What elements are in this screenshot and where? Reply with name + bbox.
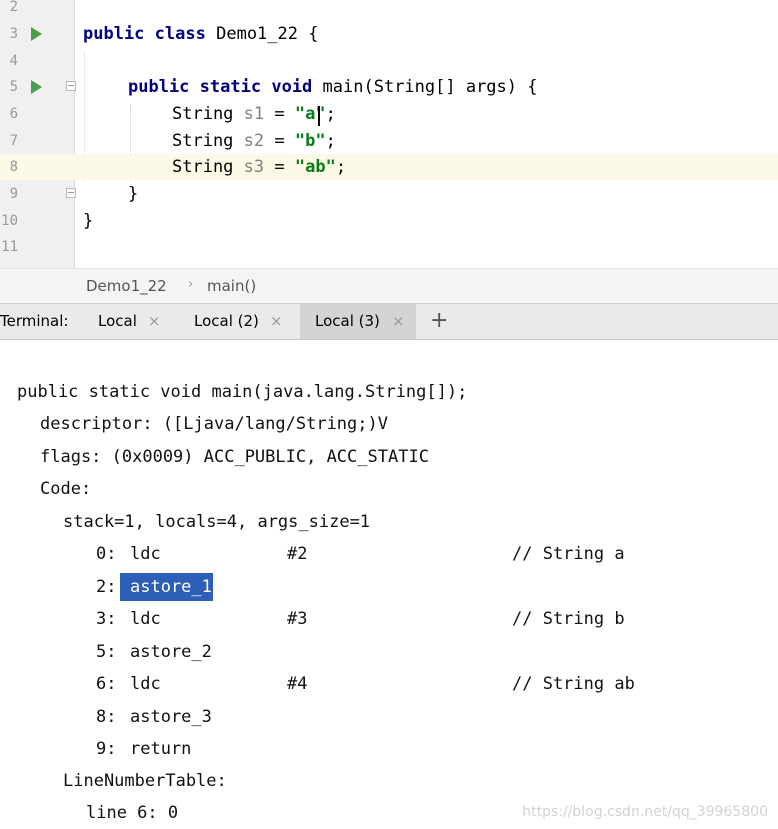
instruction-op: ldc (130, 544, 161, 564)
instruction-arg: #4 (287, 674, 308, 694)
class-close-brace: } (83, 211, 94, 231)
close-icon[interactable]: × (392, 312, 405, 330)
instruction-comment: // String a (512, 544, 625, 564)
instruction-op: astore_3 (130, 707, 212, 727)
line-number: 11 (1, 239, 18, 255)
method-close-brace: } (128, 184, 139, 204)
code-line[interactable]: 4 (0, 48, 778, 74)
code-editor[interactable]: 2 3 public class Demo1_22 { 4 5 public s… (0, 0, 778, 268)
line-number-table-entry: line 6: 0 (86, 803, 179, 823)
code-line[interactable]: 3 public class Demo1_22 { (0, 21, 778, 47)
instruction-op: astore_2 (130, 642, 212, 662)
instruction-arg: #3 (287, 609, 308, 629)
run-icon[interactable] (31, 27, 42, 41)
line-number: 5 (9, 79, 18, 95)
code-line-current[interactable]: 8 String s3 = "ab"; (0, 154, 778, 180)
code-line[interactable]: 11 (0, 234, 778, 260)
code-line[interactable]: 6 String s1 = "a"; (0, 101, 778, 127)
line-number: 7 (9, 133, 18, 149)
instruction-offset: 3: (96, 609, 117, 629)
instruction-op: ldc (130, 609, 161, 629)
fold-icon[interactable] (66, 188, 76, 198)
instruction-offset: 9: (96, 739, 117, 759)
fold-icon[interactable] (66, 81, 76, 91)
terminal-output[interactable]: public static void main(java.lang.String… (0, 340, 778, 828)
add-tab-icon[interactable]: + (430, 308, 448, 333)
tab-label: Local (3) (315, 312, 380, 330)
close-icon[interactable]: × (270, 312, 283, 330)
selected-text[interactable]: astore_1 (120, 573, 213, 601)
run-icon[interactable] (31, 80, 42, 94)
instruction-op: return (130, 739, 192, 759)
line-number: 4 (9, 53, 18, 69)
instruction-offset: 0: (96, 544, 117, 564)
instruction-comment: // String b (512, 609, 625, 629)
code-label: Code: (40, 479, 92, 499)
method-signature: public static void main(java.lang.String… (17, 382, 468, 402)
line-number: 9 (9, 186, 18, 202)
line-number: 6 (9, 106, 18, 122)
s2-declaration: String s2 = "b"; (172, 131, 336, 151)
instruction-offset: 6: (96, 674, 117, 694)
watermark: https://blog.csdn.net/qq_39965800 (522, 804, 768, 820)
terminal-tab-bar: Terminal: Local × Local (2) × Local (3) … (0, 304, 778, 340)
flags-line: flags: (0x0009) ACC_PUBLIC, ACC_STATIC (40, 447, 429, 467)
tab-local-2[interactable]: Local (2) × (180, 304, 298, 339)
descriptor-line: descriptor: ([Ljava/lang/String;)V (40, 414, 388, 434)
tab-label: Local (98, 312, 137, 330)
tab-local[interactable]: Local × (86, 304, 178, 339)
instruction-offset: 5: (96, 642, 117, 662)
code-line[interactable]: 9 } (0, 181, 778, 207)
instruction-arg: #2 (287, 544, 308, 564)
instruction-offset: 2: (96, 577, 117, 597)
stack-line: stack=1, locals=4, args_size=1 (63, 512, 371, 532)
line-number-table-label: LineNumberTable: (63, 771, 227, 791)
code-line[interactable]: 2 (0, 0, 778, 20)
instruction-offset: 8: (96, 707, 117, 727)
text-cursor (318, 106, 320, 126)
line-number: 8 (9, 159, 18, 175)
close-icon[interactable]: × (148, 312, 161, 330)
breadcrumb-method[interactable]: main() (207, 277, 256, 295)
tab-local-3[interactable]: Local (3) × (300, 304, 416, 339)
code-line[interactable]: 10 } (0, 208, 778, 234)
instruction-op: ldc (130, 674, 161, 694)
instruction-comment: // String ab (512, 674, 635, 694)
main-method-declaration: public static void main(String[] args) { (128, 77, 538, 97)
code-line[interactable]: 7 String s2 = "b"; (0, 128, 778, 154)
s1-declaration: String s1 = "a"; (172, 104, 336, 124)
class-declaration: public class Demo1_22 { (83, 24, 319, 44)
breadcrumb-separator: › (188, 277, 194, 292)
breadcrumb-class[interactable]: Demo1_22 (86, 277, 167, 295)
s3-declaration: String s3 = "ab"; (172, 157, 347, 177)
line-number: 3 (9, 26, 18, 42)
breadcrumb: Demo1_22 › main() (0, 268, 778, 304)
code-line[interactable]: 5 public static void main(String[] args)… (0, 74, 778, 100)
tab-label: Local (2) (194, 312, 259, 330)
line-number: 2 (9, 0, 18, 15)
line-number: 10 (1, 213, 18, 229)
terminal-label: Terminal: (0, 312, 69, 330)
